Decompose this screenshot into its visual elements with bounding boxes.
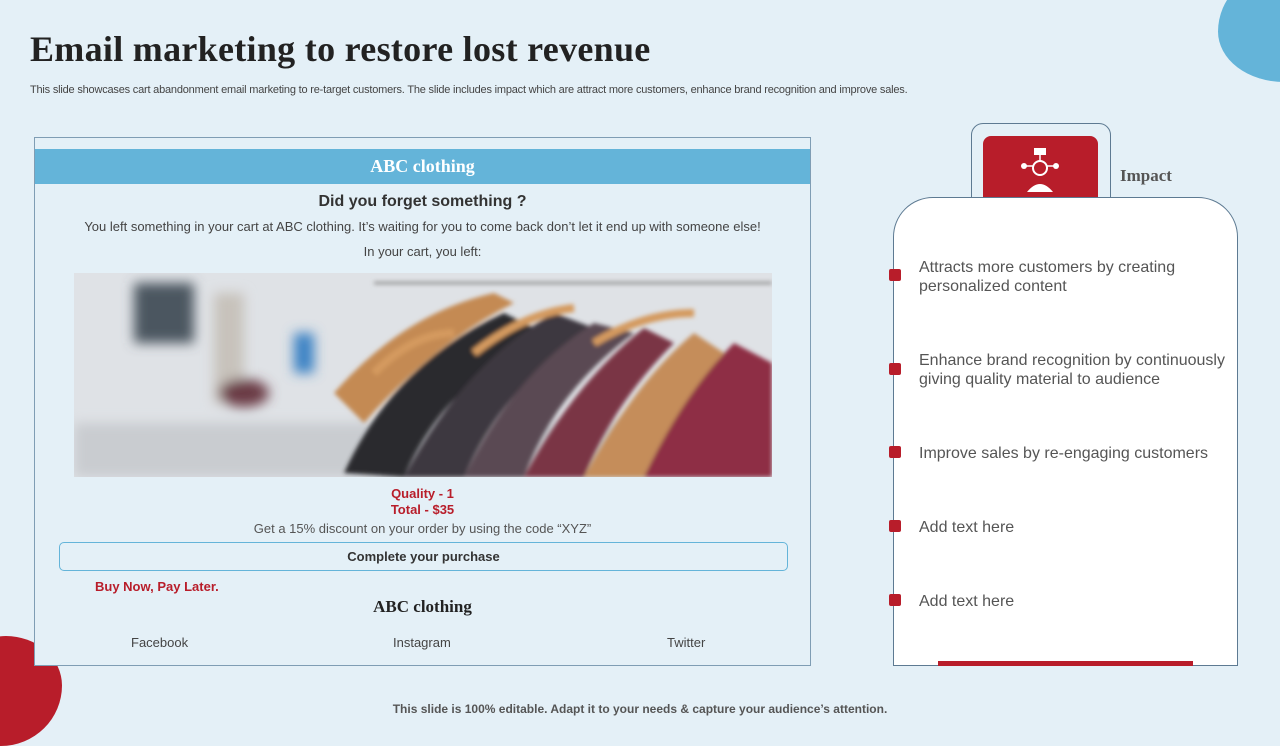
- impact-bullet: [889, 594, 901, 606]
- slide-footer: This slide is 100% editable. Adapt it to…: [392, 702, 888, 716]
- email-brand-header: ABC clothing: [35, 149, 810, 184]
- person-network-icon: [1021, 148, 1059, 192]
- impact-label: Impact: [1120, 166, 1172, 185]
- impact-bullet: [889, 446, 901, 458]
- impact-item: Improve sales by re-engaging customers: [919, 445, 1209, 462]
- decorative-blob-top-right: [1218, 0, 1280, 82]
- impact-card-accent-bar: [938, 661, 1193, 666]
- impact-item: Attracts more customers by creating pers…: [919, 259, 1176, 295]
- clothing-rack-illustration: [74, 273, 772, 477]
- impact-icon-box: [983, 136, 1098, 198]
- cart-total: Total - $35: [390, 502, 455, 517]
- impact-item: Add text here: [919, 593, 1015, 610]
- impact-bullet: [889, 269, 901, 281]
- cart-label: In your cart, you left:: [363, 244, 482, 259]
- impact-bullet: [889, 363, 901, 375]
- instagram-link[interactable]: Instagram: [393, 635, 451, 650]
- email-message: You left something in your cart at ABC c…: [84, 219, 761, 234]
- complete-purchase-button[interactable]: Complete your purchase: [59, 542, 788, 571]
- clothing-rack-photo: [74, 273, 772, 477]
- email-mockup: ABC clothing Did you forget something ? …: [34, 137, 811, 666]
- facebook-link[interactable]: Facebook: [131, 635, 188, 650]
- buy-now-pay-later-link[interactable]: Buy Now, Pay Later.: [95, 579, 219, 594]
- impact-item: Enhance brand recognition by continuousl…: [919, 352, 1225, 388]
- slide-subtitle: This slide showcases cart abandonment em…: [30, 84, 908, 96]
- impact-bullet: [889, 520, 901, 532]
- slide-title: Email marketing to restore lost revenue: [30, 29, 651, 69]
- cart-quantity: Quality - 1: [391, 486, 454, 501]
- email-question: Did you forget something ?: [318, 193, 527, 210]
- email-footer-brand: ABC clothing: [373, 597, 472, 616]
- discount-text: Get a 15% discount on your order by usin…: [253, 521, 592, 536]
- twitter-link[interactable]: Twitter: [667, 635, 705, 650]
- impact-item: Add text here: [919, 519, 1015, 536]
